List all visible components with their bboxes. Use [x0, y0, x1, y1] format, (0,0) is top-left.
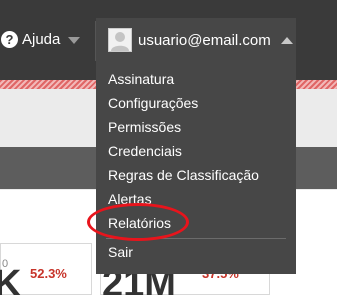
avatar — [108, 28, 132, 52]
stat-change: 52.3% — [30, 266, 67, 281]
menu-item-regras-classificacao[interactable]: Regras de Classificação — [108, 164, 259, 186]
highlight-circle — [87, 203, 189, 241]
help-menu[interactable]: ? Ajuda — [1, 28, 81, 50]
user-silhouette-icon — [111, 32, 129, 51]
chevron-down-icon — [68, 36, 81, 44]
stat-value: K — [0, 263, 22, 295]
chevron-up-icon — [280, 36, 293, 44]
user-dropdown-menu: Assinatura Configurações Permissões Cred… — [96, 62, 296, 274]
menu-item-credenciais[interactable]: Credenciais — [108, 140, 182, 162]
menu-item-assinatura[interactable]: Assinatura — [108, 68, 174, 90]
menu-item-configuracoes[interactable]: Configurações — [108, 92, 198, 114]
user-menu-toggle[interactable]: usuario@email.com — [96, 18, 296, 62]
help-icon: ? — [1, 30, 18, 48]
user-email: usuario@email.com — [138, 31, 271, 49]
menu-item-permissoes[interactable]: Permissões — [108, 116, 181, 138]
help-label: Ajuda — [22, 30, 61, 48]
menu-item-sair[interactable]: Sair — [108, 241, 133, 263]
